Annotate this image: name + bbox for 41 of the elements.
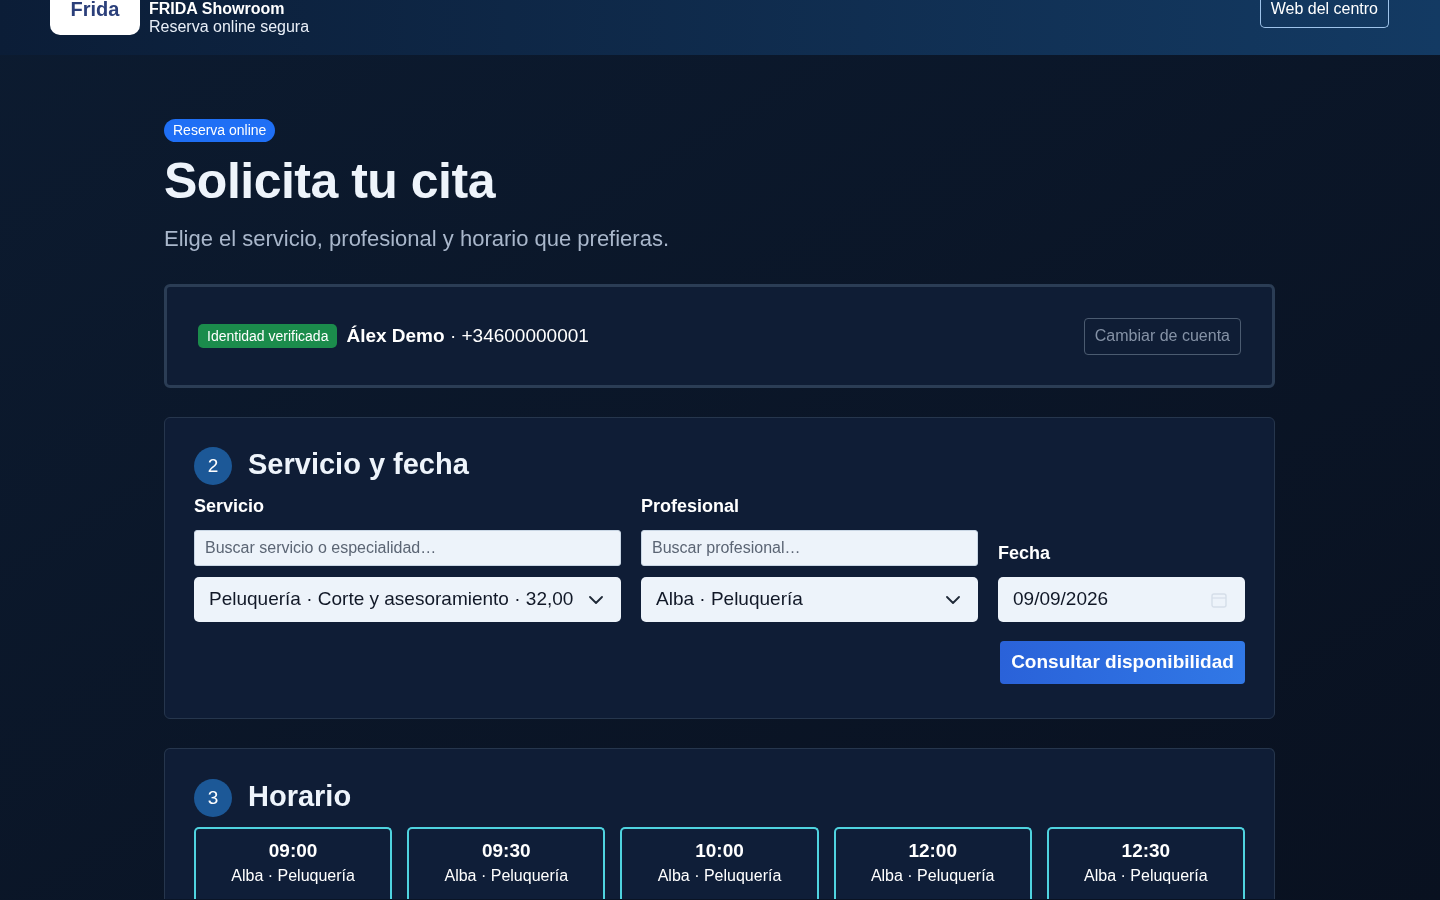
slot-detail: Alba · Peluquería <box>444 866 569 886</box>
switch-account-button[interactable]: Cambiar de cuenta <box>1083 317 1241 355</box>
user-info: Álex Demo · +34600000001 <box>346 324 589 348</box>
slot-time: 09:00 <box>268 840 318 862</box>
field-label: Servicio <box>194 495 265 518</box>
calendar-icon <box>1211 591 1227 608</box>
logo: Frida <box>50 0 140 35</box>
slot-time: 12:30 <box>1121 840 1171 862</box>
time-slot-button[interactable]: 12:30 Alba · Peluquería <box>1046 827 1245 899</box>
chevron-down-icon <box>589 595 603 604</box>
slot-time: 12:00 <box>908 840 957 862</box>
section-title: Servicio y fecha <box>248 447 469 481</box>
field-label: Profesional <box>641 495 740 518</box>
slot-detail: Alba · Peluquería <box>657 866 782 886</box>
verified-badge: Identidad verificada <box>198 324 338 348</box>
chevron-down-icon <box>946 595 960 604</box>
search-field[interactable]: Buscar servicio o especialidad… <box>194 530 621 566</box>
date-field[interactable]: 09/09/2026 <box>998 577 1245 622</box>
slot-detail: Alba · Peluquería <box>1084 866 1208 886</box>
site-title: FRIDA Showroom <box>149 0 286 17</box>
slot-detail: Alba · Peluquería <box>231 866 355 886</box>
time-slot-button[interactable]: 10:00 Alba · Peluquería <box>620 827 819 899</box>
status-badge: Reserva online <box>164 119 276 142</box>
site-subtitle: Reserva online segura <box>149 17 310 37</box>
field-label: Fecha <box>998 542 1051 565</box>
time-slot-button[interactable]: 09:00 Alba · Peluquería <box>194 827 393 899</box>
step-number: 3 <box>194 779 232 817</box>
dropdown-select[interactable]: Alba · Peluquería <box>641 577 978 622</box>
section-title: Horario <box>248 779 352 813</box>
page-title: Solicita tu cita <box>164 153 497 209</box>
slot-detail: Alba · Peluquería <box>870 866 995 886</box>
dropdown-select[interactable]: Peluquería · Corte y asesoramiento · 32,00 <box>194 577 621 622</box>
time-slot-button[interactable]: 09:30 Alba · Peluquería <box>407 827 606 899</box>
slot-time: 09:30 <box>482 840 531 862</box>
time-slot-button[interactable]: 12:00 Alba · Peluquería <box>833 827 1032 899</box>
slot-time: 10:00 <box>695 840 744 862</box>
step-number: 2 <box>194 447 232 485</box>
search-field[interactable]: Buscar profesional… <box>641 530 978 566</box>
website-link-button[interactable]: Web del centro <box>1259 0 1389 28</box>
page-subtitle: Elige el servicio, profesional y horario que prefieras. <box>164 226 671 252</box>
check-availability-button[interactable]: Consultar disponibilidad <box>1000 641 1245 684</box>
